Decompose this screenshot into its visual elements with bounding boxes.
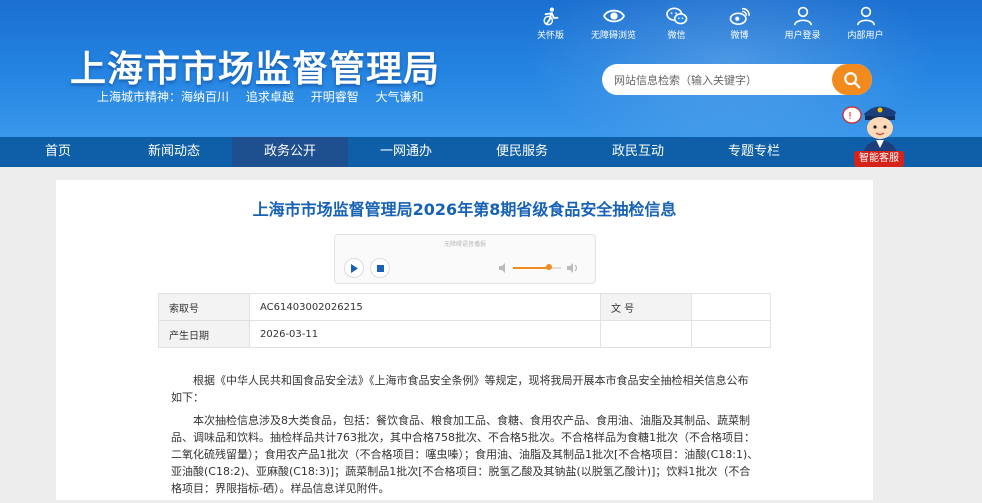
- volume-handle[interactable]: [546, 264, 552, 270]
- care-version-label: 关怀版: [536, 31, 564, 41]
- stop-button[interactable]: [370, 258, 390, 278]
- play-button[interactable]: [344, 258, 364, 278]
- main-nav: 首页 新闻动态 政务公开 一网通办 便民服务 政民互动 专题专栏: [0, 137, 982, 167]
- index-number-value: AC61403002026215: [249, 293, 601, 321]
- search-input[interactable]: [612, 70, 826, 91]
- nav-news[interactable]: 新闻动态: [116, 137, 232, 167]
- internal-user-label: 内部用户: [847, 31, 884, 41]
- nav-online-services[interactable]: 一网通办: [348, 137, 464, 167]
- nav-government-affairs[interactable]: 政务公开: [232, 137, 348, 167]
- city-motto: 上海城市精神：海纳百川 追求卓越 开明睿智 大气谦和: [97, 88, 437, 105]
- search-button[interactable]: [832, 64, 872, 95]
- user-icon: [856, 6, 875, 26]
- volume-fill: [513, 267, 549, 269]
- play-icon: [351, 263, 358, 273]
- eye-icon: [602, 9, 625, 23]
- motto-text: 大气谦和: [375, 90, 424, 104]
- player-label: 无障碍语音播报: [443, 241, 486, 248]
- empty-cell: [691, 320, 771, 348]
- weibo-button[interactable]: 微博: [708, 6, 771, 41]
- article-body: 根据《中华人民共和国食品安全法》《上海市食品安全条例》等规定，现将我局开展本市食…: [171, 372, 759, 503]
- site-search: [602, 64, 872, 95]
- site-header: 上海市市场监督管理局 上海城市精神：海纳百川 追求卓越 开明睿智 大气谦和 关怀…: [0, 0, 982, 137]
- empty-cell: [600, 320, 692, 348]
- accessible-browse-label: 无障碍浏览: [590, 31, 636, 41]
- motto-text: 上海城市精神：海纳百川: [97, 90, 230, 104]
- wechat-label: 微信: [667, 31, 686, 41]
- volume-slider[interactable]: [513, 264, 561, 270]
- date-label: 产生日期: [158, 320, 250, 348]
- care-version-icon: [542, 7, 558, 26]
- date-value: 2026-03-11: [249, 320, 601, 348]
- site-title[interactable]: 上海市市场监督管理局: [70, 40, 440, 92]
- smart-service-label: 智能客服: [854, 151, 904, 167]
- nav-public-services[interactable]: 便民服务: [464, 137, 580, 167]
- internal-user-button[interactable]: 内部用户: [834, 6, 897, 41]
- user-icon: [793, 6, 812, 26]
- motto-text: 开明睿智: [310, 90, 359, 104]
- weibo-label: 微博: [730, 31, 749, 41]
- article-paragraph: 本次抽检信息涉及8大类食品，包括：餐饮食品、粮食加工品、食糖、食用农产品、食用油…: [171, 414, 759, 495]
- search-icon: [844, 71, 861, 88]
- svg-text:!: !: [848, 111, 852, 122]
- audio-player: 无障碍语音播报: [334, 234, 596, 284]
- volume-max-icon: [567, 263, 578, 273]
- user-login-button[interactable]: 用户登录: [771, 6, 834, 41]
- care-version-button[interactable]: 关怀版: [519, 6, 582, 41]
- service-agent-icon: !: [842, 106, 898, 158]
- document-number-label: 文 号: [600, 293, 692, 321]
- stop-icon: [376, 264, 384, 272]
- volume-icon: [499, 263, 505, 273]
- document-number-value: [691, 293, 771, 321]
- wechat-icon: [665, 7, 687, 25]
- nav-interaction[interactable]: 政民互动: [580, 137, 696, 167]
- motto-text: 追求卓越: [245, 90, 294, 104]
- accessible-browse-button[interactable]: 无障碍浏览: [582, 6, 645, 41]
- index-number-label: 索取号: [158, 293, 250, 321]
- article-title: 上海市市场监督管理局2026年第8期省级食品安全抽检信息: [252, 200, 677, 219]
- document-meta-table: 索取号 AC61403002026215 文 号 产生日期 2026-03-11: [158, 293, 771, 348]
- user-login-label: 用户登录: [784, 31, 821, 41]
- smart-service-widget[interactable]: ! 智能客服: [840, 98, 910, 170]
- weibo-icon: [729, 7, 750, 25]
- article-panel: 上海市市场监督管理局2026年第8期省级食品安全抽检信息 无障碍语音播报 索取号…: [56, 180, 873, 500]
- nav-special-topics[interactable]: 专题专栏: [696, 137, 812, 167]
- article-paragraph: 根据《中华人民共和国食品安全法》《上海市食品安全条例》等规定，现将我局开展本市食…: [171, 374, 749, 404]
- header-toolbar: 关怀版 无障碍浏览 微信 微博 用户登录 内部用户: [519, 6, 897, 41]
- wechat-button[interactable]: 微信: [645, 6, 708, 41]
- nav-home[interactable]: 首页: [0, 137, 116, 167]
